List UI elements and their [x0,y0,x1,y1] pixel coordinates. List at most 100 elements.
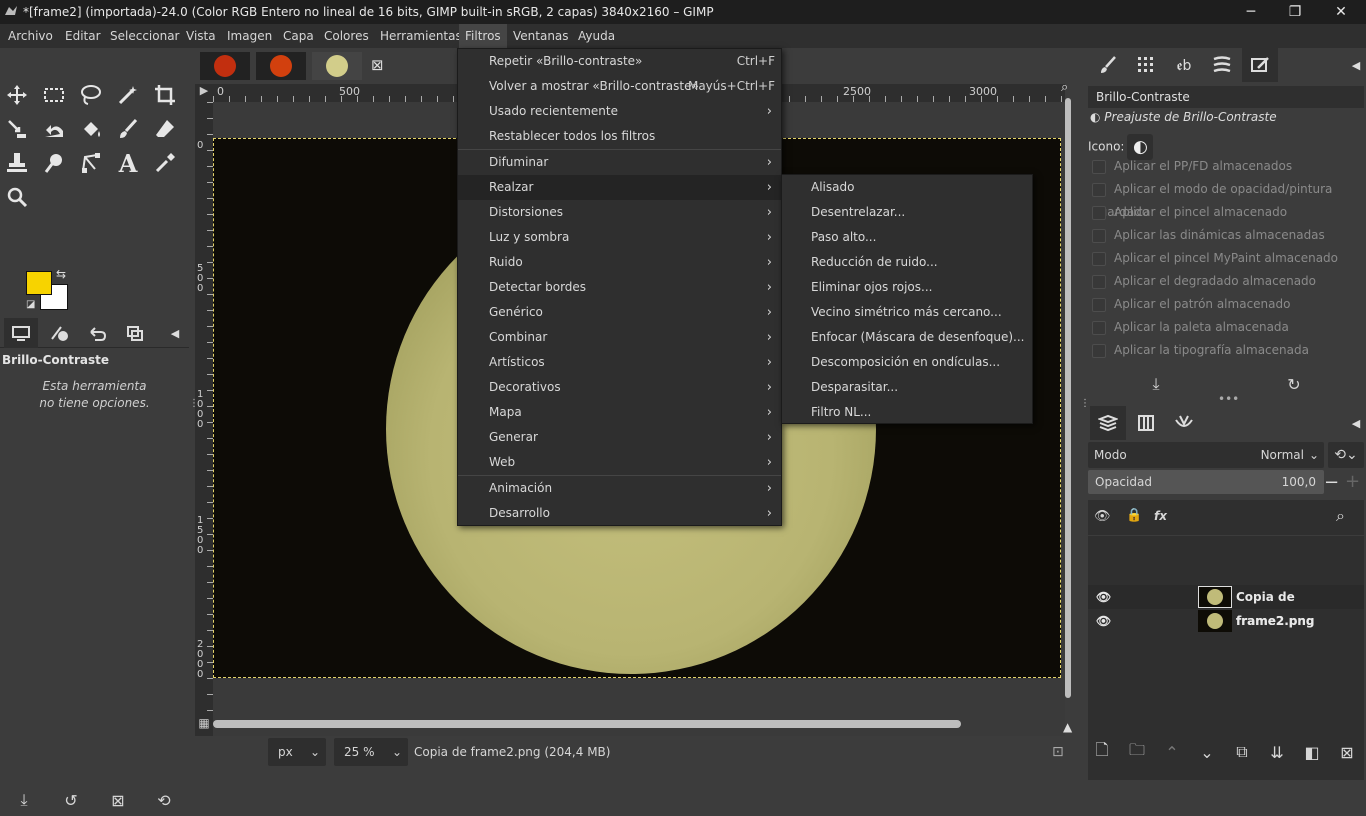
visibility-eye-icon[interactable]: 👁 [1096,609,1111,633]
visibility-eye-icon[interactable]: 👁 [1096,585,1111,609]
layer-name[interactable]: frame2.png [1236,609,1315,633]
check-apply-font[interactable]: Aplicar la tipografía almacenada [1092,339,1309,362]
menu-capa[interactable]: Capa [277,24,320,48]
quick-mask-toggle-icon[interactable]: ▶ [195,84,213,102]
menu-item-map[interactable]: Mapa › [458,400,781,425]
menu-item-deinterlace[interactable]: Desentrelazar... [782,200,1032,225]
zoom-select[interactable]: 25 % ⌄ [334,738,408,766]
menu-imagen[interactable]: Imagen [221,24,278,48]
check-apply-dynamics[interactable]: Aplicar las dinámicas almacenadas [1092,224,1325,247]
lasso-tool-icon[interactable] [74,78,108,112]
undo-history-tab-icon[interactable] [80,318,114,348]
image-tab-3-active[interactable] [312,52,362,80]
device-status-tab-icon[interactable] [42,318,76,348]
close-tab-icon[interactable]: ⊠ [371,56,384,74]
menu-item-reset-all-filters[interactable]: Restablecer todos los filtros [458,124,781,149]
menu-ayuda[interactable]: Ayuda [572,24,621,48]
effects-header-icon[interactable]: fx [1154,509,1167,523]
reset-options-icon[interactable]: ⟲ [150,788,178,812]
menu-filtros[interactable]: Filtros [459,24,507,48]
unit-select[interactable]: px ⌄ [268,738,326,766]
patterns-tab-icon[interactable] [1128,48,1164,82]
crop-tool-icon[interactable] [148,78,182,112]
dock-menu-icon[interactable]: ◀ [1338,48,1366,82]
menu-item-wavelet-decompose[interactable]: Descomposición en ondículas... [782,350,1032,375]
paths-tab-icon[interactable] [1166,406,1202,440]
menu-item-enhance[interactable]: Realzar › [458,175,781,200]
right-dock-sash[interactable]: ⋮ [1080,48,1090,768]
pane-grip-icon[interactable]: ••• [1218,392,1239,406]
clone-tool-icon[interactable] [0,146,34,180]
paths-tool-icon[interactable] [74,146,108,180]
menu-ventanas[interactable]: Ventanas [507,24,575,48]
menu-seleccionar[interactable]: Seleccionar [104,24,185,48]
scroll-arrow-icon[interactable]: ▲ [1063,720,1072,734]
quick-mask-icon[interactable]: ▦ [195,716,213,734]
delete-layer-icon[interactable]: ⊠ [1333,740,1361,764]
unified-transform-tool-icon[interactable] [0,112,34,146]
checkbox[interactable] [1092,343,1106,358]
color-picker-tool-icon[interactable] [148,146,182,180]
gradients-tab-icon[interactable] [1204,48,1240,82]
lower-layer-icon[interactable]: ⌄ [1193,740,1221,764]
zoom-tool-icon[interactable] [0,180,34,214]
fuzzy-select-tool-icon[interactable] [111,78,145,112]
checkbox[interactable] [1092,228,1106,243]
checkbox[interactable] [1092,182,1106,197]
rect-select-tool-icon[interactable] [37,78,71,112]
menu-item-light-shadow[interactable]: Luz y sombra › [458,225,781,250]
move-tool-icon[interactable] [0,78,34,112]
warp-tool-icon[interactable] [37,112,71,146]
layer-row-copy[interactable]: 👁 Copia de frame2.png [1088,585,1364,628]
new-layer-group-icon[interactable]: 🗀 [1123,740,1151,764]
default-colors-icon[interactable]: ◪ [26,299,35,310]
menu-item-generic[interactable]: Genérico › [458,300,781,325]
smudge-tool-icon[interactable] [37,146,71,180]
text-tool-icon[interactable]: A [111,146,145,180]
delete-options-icon[interactable]: ⊠ [104,788,132,812]
menu-item-animation[interactable]: Animación › [458,476,781,501]
menu-item-reshow-filter[interactable]: Volver a mostrar «Brillo-contraste» Mayús… [458,74,781,99]
menu-item-noise-reduction[interactable]: Reducción de ruido... [782,250,1032,275]
new-layer-icon[interactable]: 🗋 [1088,740,1116,764]
duplicate-layer-icon[interactable]: ⧉ [1228,740,1256,764]
paintbrush-tool-icon[interactable] [111,112,145,146]
menu-item-edge-detect[interactable]: Detectar bordes › [458,275,781,300]
menu-vista[interactable]: Vista [180,24,222,48]
images-tab-icon[interactable] [118,318,152,348]
check-apply-brush[interactable]: Aplicar el pincel almacenado [1092,201,1287,224]
menu-archivo[interactable]: Archivo [2,24,59,48]
menu-item-antialias[interactable]: Alisado [782,175,1032,200]
merge-layer-icon[interactable]: ⇊ [1263,740,1291,764]
menu-item-combine[interactable]: Combinar › [458,325,781,350]
raise-layer-icon[interactable]: ⌃ [1158,740,1186,764]
close-button[interactable]: ✕ [1318,0,1364,24]
tool-presets-tab-icon[interactable] [1242,48,1278,82]
opacity-slider[interactable]: Opacidad 100,0 [1088,470,1324,494]
menu-item-despeckle[interactable]: Desparasitar... [782,375,1032,400]
save-preset-icon[interactable]: ⤓ [1142,372,1170,396]
swap-colors-icon[interactable]: ⇆ [56,267,66,281]
brushes-tab-icon[interactable] [1090,48,1126,82]
menu-editar[interactable]: Editar [59,24,107,48]
check-apply-opacity-mode[interactable]: Aplicar el modo de opacidad/pintura guar… [1092,178,1366,219]
bucket-fill-tool-icon[interactable] [74,112,108,146]
menu-item-render[interactable]: Generar › [458,425,781,450]
menu-item-decor[interactable]: Decorativos › [458,375,781,400]
layers-tab-icon[interactable] [1090,406,1126,440]
menu-item-web[interactable]: Web › [458,450,781,475]
menu-item-distorts[interactable]: Distorsiones › [458,200,781,225]
check-apply-palette[interactable]: Aplicar la paleta almacenada [1092,316,1289,339]
menu-herramientas[interactable]: Herramientas [374,24,468,48]
menu-item-recently-used[interactable]: Usado recientemente › [458,99,781,124]
check-apply-fg-bg[interactable]: Aplicar el PP/FD almacenados [1092,155,1292,178]
layer-mode-select[interactable]: Modo Normal ⌄ [1088,442,1324,468]
restore-options-icon[interactable]: ↺ [57,788,85,812]
dock-menu-icon[interactable]: ◀ [1338,406,1366,440]
restore-preset-icon[interactable]: ↻ [1280,372,1308,396]
reset-mode-icon[interactable]: ⟲⌄ [1328,442,1364,468]
checkbox[interactable] [1092,297,1106,312]
menu-item-development[interactable]: Desarrollo › [458,501,781,526]
checkbox[interactable] [1092,251,1106,266]
check-apply-pattern[interactable]: Aplicar el patrón almacenado [1092,293,1290,316]
